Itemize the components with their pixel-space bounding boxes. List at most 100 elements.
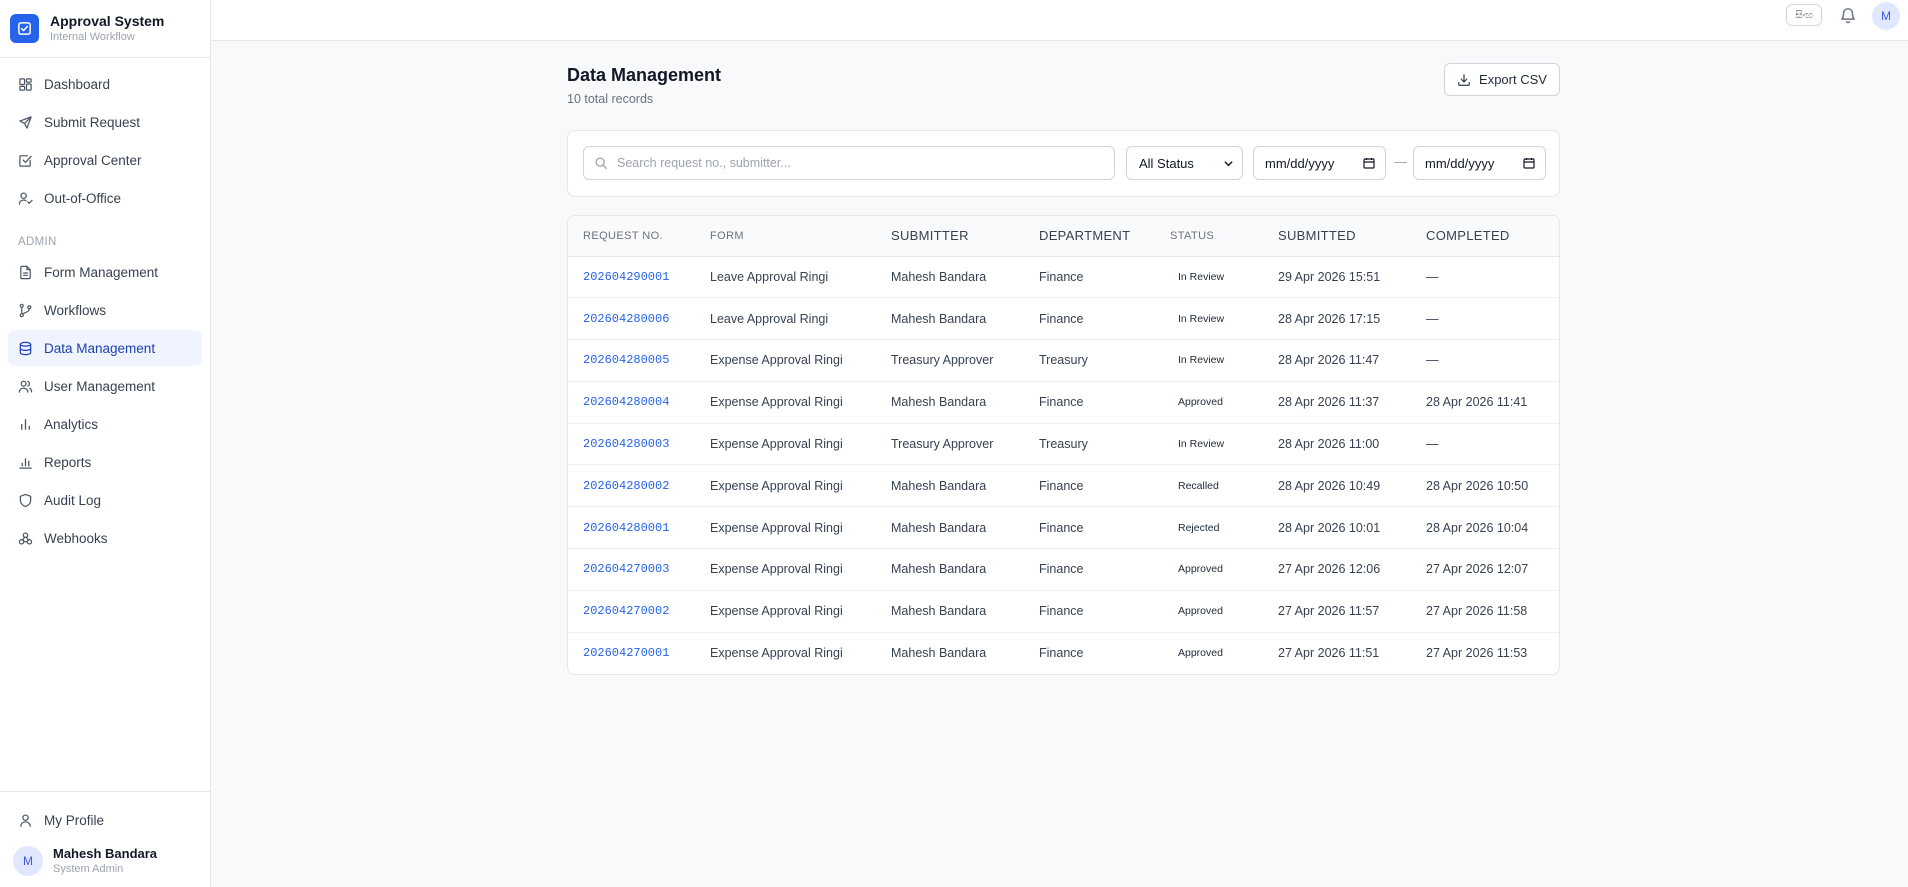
status-badge: In Review xyxy=(1178,312,1225,325)
column-header-submitted[interactable]: SUBMITTED xyxy=(1263,216,1411,257)
submitted-cell: 28 Apr 2026 17:15 xyxy=(1263,297,1411,341)
calendar-icon xyxy=(1523,158,1535,169)
sidebar-item-label: Audit Log xyxy=(44,492,102,508)
file-icon xyxy=(20,265,31,279)
submitter-cell: Mahesh Bandara xyxy=(876,506,1024,550)
sidebar-item-audit-log[interactable]: Audit Log xyxy=(8,482,202,518)
request-no-link[interactable]: 202604270003 xyxy=(568,548,695,591)
sidebar-item-form-management[interactable]: Form Management xyxy=(8,254,202,290)
language-button[interactable]: සිංහ xyxy=(1786,4,1822,26)
page-title: Data Management xyxy=(567,65,722,85)
request-no-link[interactable]: 202604290001 xyxy=(568,256,695,299)
branch-icon xyxy=(19,303,32,317)
status-select[interactable]: All Status xyxy=(1126,146,1243,180)
form-cell: Expense Approval Ringi xyxy=(695,381,876,424)
sidebar-item-approval-center[interactable]: Approval Center xyxy=(8,142,202,178)
sidebar-item-webhooks[interactable]: Webhooks xyxy=(8,520,202,556)
status-cell: Approved xyxy=(1155,590,1263,633)
table-row[interactable]: 202604280003 Expense Approval Ringi Trea… xyxy=(568,423,1559,466)
app-title: Approval System xyxy=(50,13,165,29)
completed-cell: 28 Apr 2026 10:04 xyxy=(1411,506,1559,550)
sidebar: Approval System Internal Workflow Dashbo… xyxy=(0,0,211,887)
sidebar-item-workflows[interactable]: Workflows xyxy=(8,292,202,328)
column-header-request-no[interactable]: REQUEST NO. xyxy=(568,216,695,257)
webhook-icon xyxy=(18,531,33,545)
app-subtitle: Internal Workflow xyxy=(50,31,135,43)
table-row[interactable]: 202604280001 Expense Approval Ringi Mahe… xyxy=(568,506,1559,550)
avatar[interactable]: M xyxy=(1872,2,1900,30)
table-header-row: REQUEST NO. FORM SUBMITTER DEPARTMENT ST… xyxy=(568,216,1559,257)
sidebar-item-out-of-office[interactable]: Out-of-Office xyxy=(8,180,202,216)
sidebar-item-data-management[interactable]: Data Management xyxy=(8,330,202,366)
department-cell: Finance xyxy=(1024,297,1155,341)
sidebar-item-label: Data Management xyxy=(44,340,156,356)
date-from-input[interactable]: mm/dd/yyyy xyxy=(1253,146,1386,180)
completed-cell: 28 Apr 2026 10:50 xyxy=(1411,464,1559,508)
users-icon xyxy=(18,380,33,393)
sidebar-item-user-management[interactable]: User Management xyxy=(8,368,202,404)
submitted-cell: 27 Apr 2026 12:06 xyxy=(1263,548,1411,591)
form-cell: Expense Approval Ringi xyxy=(695,590,876,633)
date-to-input[interactable]: mm/dd/yyyy xyxy=(1413,146,1546,180)
request-no-link[interactable]: 202604270001 xyxy=(568,632,695,674)
search-input[interactable] xyxy=(617,156,1097,170)
submitted-cell: 28 Apr 2026 10:49 xyxy=(1263,464,1411,508)
column-header-status[interactable]: STATUS xyxy=(1155,216,1263,257)
sidebar-item-reports[interactable]: Reports xyxy=(8,444,202,480)
sidebar-item-submit-request[interactable]: Submit Request xyxy=(8,104,202,140)
column-header-form[interactable]: FORM xyxy=(695,216,876,257)
sidebar-item-label: User Management xyxy=(44,378,156,394)
bell-icon[interactable] xyxy=(1839,6,1857,24)
form-cell: Expense Approval Ringi xyxy=(695,506,876,550)
avatar: M xyxy=(13,846,43,876)
department-cell: Finance xyxy=(1024,506,1155,550)
request-no-link[interactable]: 202604280002 xyxy=(568,464,695,508)
status-badge: In Review xyxy=(1178,354,1225,367)
status-select-value: All Status xyxy=(1139,155,1194,171)
department-cell: Treasury xyxy=(1024,339,1155,382)
export-csv-button[interactable]: Export CSV xyxy=(1444,63,1560,96)
table-row[interactable]: 202604280006 Leave Approval Ringi Mahesh… xyxy=(568,297,1559,341)
status-cell: Approved xyxy=(1155,632,1263,674)
request-no-link[interactable]: 202604280004 xyxy=(568,381,695,424)
database-icon xyxy=(19,341,32,355)
status-badge: Rejected xyxy=(1178,521,1220,534)
sidebar-item-analytics[interactable]: Analytics xyxy=(8,406,202,442)
table-row[interactable]: 202604270003 Expense Approval Ringi Mahe… xyxy=(568,548,1559,591)
request-no-link[interactable]: 202604270002 xyxy=(568,590,695,633)
records-table: REQUEST NO. FORM SUBMITTER DEPARTMENT ST… xyxy=(567,215,1560,675)
app-logo-icon xyxy=(10,14,39,43)
table-row[interactable]: 202604280005 Expense Approval Ringi Trea… xyxy=(568,339,1559,382)
column-header-completed[interactable]: COMPLETED xyxy=(1411,216,1559,257)
search-field[interactable] xyxy=(583,146,1115,180)
request-no-link[interactable]: 202604280006 xyxy=(568,297,695,341)
calendar-icon xyxy=(1363,158,1375,169)
department-cell: Finance xyxy=(1024,256,1155,299)
sidebar-item-dashboard[interactable]: Dashboard xyxy=(8,66,202,102)
sidebar-item-label: Submit Request xyxy=(44,114,141,130)
request-no-link[interactable]: 202604280003 xyxy=(568,423,695,466)
table-row[interactable]: 202604280004 Expense Approval Ringi Mahe… xyxy=(568,381,1559,424)
table-body: 202604290001 Leave Approval Ringi Mahesh… xyxy=(568,256,1559,674)
request-no-link[interactable]: 202604280005 xyxy=(568,339,695,382)
status-cell: In Review xyxy=(1155,339,1263,382)
table-row[interactable]: 202604270002 Expense Approval Ringi Mahe… xyxy=(568,590,1559,633)
submitted-cell: 28 Apr 2026 11:00 xyxy=(1263,423,1411,466)
download-icon xyxy=(1458,73,1470,86)
status-cell: Approved xyxy=(1155,548,1263,591)
submitter-cell: Treasury Approver xyxy=(876,423,1024,466)
submitted-cell: 28 Apr 2026 10:01 xyxy=(1263,506,1411,550)
column-header-department[interactable]: DEPARTMENT xyxy=(1024,216,1155,257)
department-cell: Finance xyxy=(1024,381,1155,424)
table-row[interactable]: 202604270001 Expense Approval Ringi Mahe… xyxy=(568,632,1559,674)
sidebar-item-label: Analytics xyxy=(44,416,99,432)
table-row[interactable]: 202604280002 Expense Approval Ringi Mahe… xyxy=(568,464,1559,508)
request-no-link[interactable]: 202604280001 xyxy=(568,506,695,550)
current-user[interactable]: M Mahesh Bandara System Admin xyxy=(0,846,210,876)
brand[interactable]: Approval System Internal Workflow xyxy=(0,0,210,58)
column-header-submitter[interactable]: SUBMITTER xyxy=(876,216,1024,257)
form-cell: Leave Approval Ringi xyxy=(695,256,876,299)
table-row[interactable]: 202604290001 Leave Approval Ringi Mahesh… xyxy=(568,256,1559,299)
sidebar-item-label: Reports xyxy=(44,454,92,470)
sidebar-item-my-profile[interactable]: My Profile xyxy=(8,802,202,838)
